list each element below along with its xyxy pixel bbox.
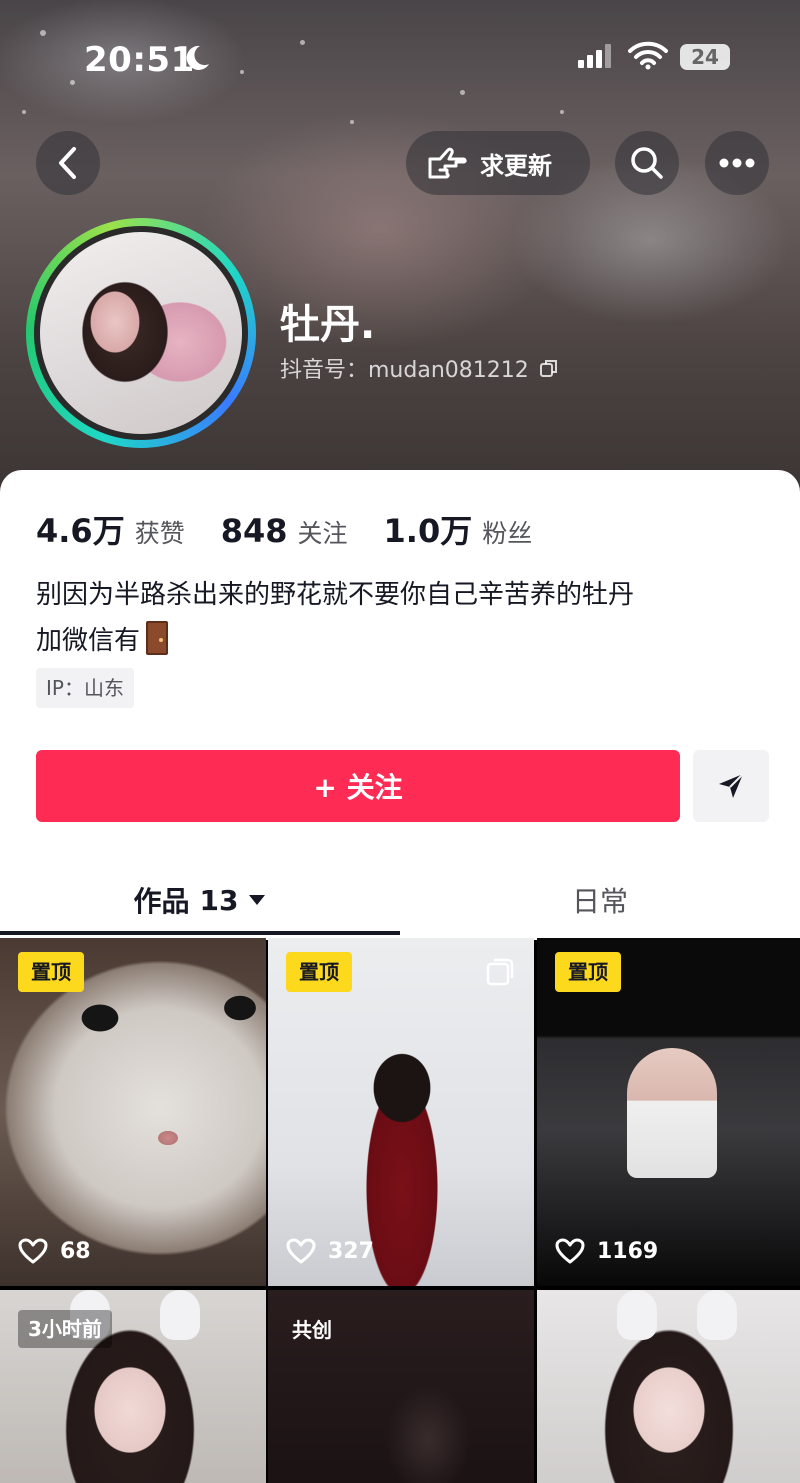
bio-line-2-text: 加微信有 bbox=[36, 626, 141, 656]
multi-image-icon bbox=[486, 958, 514, 986]
request-update-label: 求更新 bbox=[480, 151, 552, 180]
stat-value: 848 bbox=[220, 512, 288, 550]
video-thumbnail[interactable]: 置顶 1169 bbox=[537, 938, 800, 1286]
profile-nickname: 牡丹. bbox=[280, 302, 376, 348]
profile-bio: 别因为半路杀出来的野花就不要你自己辛苦养的牡丹 加微信有 bbox=[36, 572, 634, 664]
tab-active-indicator bbox=[0, 931, 400, 935]
like-count: 68 bbox=[18, 1238, 91, 1264]
tab-works[interactable]: 作品 13 bbox=[0, 865, 400, 935]
like-count-value: 68 bbox=[60, 1238, 91, 1264]
stat-followers[interactable]: 1.0万 粉丝 bbox=[384, 506, 533, 552]
caret-down-icon bbox=[249, 895, 266, 905]
bunny-ear bbox=[160, 1290, 200, 1340]
follow-button[interactable]: + 关注 bbox=[36, 750, 680, 822]
avatar[interactable] bbox=[26, 218, 256, 448]
search-button[interactable] bbox=[615, 131, 679, 195]
stat-value: 1.0万 bbox=[383, 512, 473, 550]
moon-icon bbox=[186, 45, 209, 70]
like-count: 1169 bbox=[555, 1238, 658, 1264]
profile-header-banner: 20:51 24 求更新 牡丹. 抖音号：mudan081212 bbox=[0, 0, 800, 500]
stat-label: 粉丝 bbox=[482, 519, 533, 548]
stat-following[interactable]: 848 关注 bbox=[221, 512, 348, 550]
pinned-badge: 置顶 bbox=[555, 952, 621, 992]
profile-stats: 4.6万 获赞 848 关注 1.0万 粉丝 bbox=[36, 506, 568, 552]
video-thumbnail[interactable]: 3小时前 bbox=[0, 1290, 266, 1483]
more-icon bbox=[719, 158, 755, 168]
like-count-value: 1169 bbox=[597, 1238, 659, 1264]
send-icon bbox=[719, 773, 744, 798]
posted-time-badge: 3小时前 bbox=[18, 1310, 112, 1348]
back-button[interactable] bbox=[36, 131, 100, 195]
like-count: 327 bbox=[286, 1238, 374, 1264]
heart-icon bbox=[555, 1238, 585, 1264]
bunny-ear bbox=[617, 1290, 657, 1340]
video-grid: 置顶 68 置顶 327 置顶 1169 3小时前 共创 bbox=[0, 938, 800, 1483]
douyin-id[interactable]: 抖音号：mudan081212 bbox=[280, 352, 559, 384]
video-thumbnail[interactable]: 置顶 68 bbox=[0, 938, 266, 1286]
request-update-button[interactable]: 求更新 bbox=[406, 131, 590, 195]
signal-icon bbox=[578, 44, 611, 68]
thumbnail-figure bbox=[627, 1048, 717, 1178]
tab-works-label: 作品 bbox=[133, 885, 190, 918]
hand-point-icon bbox=[428, 147, 467, 179]
profile-info-card: 4.6万 获赞 848 关注 1.0万 粉丝 别因为半路杀出来的野花就不要你自己… bbox=[0, 470, 800, 940]
bio-line-2: 加微信有 bbox=[36, 618, 634, 664]
collab-badge: 共创 bbox=[292, 1318, 332, 1342]
pinned-badge: 置顶 bbox=[286, 952, 352, 992]
status-time: 20:51 bbox=[84, 40, 195, 80]
bunny-ear bbox=[697, 1290, 737, 1340]
avatar-image bbox=[40, 232, 242, 434]
heart-icon bbox=[18, 1238, 48, 1264]
door-emoji-icon bbox=[146, 621, 169, 655]
back-icon bbox=[59, 147, 76, 179]
copy-icon[interactable] bbox=[539, 358, 559, 378]
wifi-icon bbox=[628, 41, 668, 70]
stat-label: 获赞 bbox=[134, 519, 185, 548]
like-count-value: 327 bbox=[328, 1238, 374, 1264]
bio-line-1: 别因为半路杀出来的野花就不要你自己辛苦养的牡丹 bbox=[36, 580, 635, 610]
douyin-id-text: 抖音号：mudan081212 bbox=[280, 358, 529, 383]
status-bar: 20:51 24 bbox=[0, 0, 800, 110]
stat-label: 关注 bbox=[297, 519, 348, 548]
heart-icon bbox=[286, 1238, 316, 1264]
pinned-badge: 置顶 bbox=[18, 952, 84, 992]
video-thumbnail[interactable]: 共创 bbox=[268, 1290, 534, 1483]
stat-likes[interactable]: 4.6万 获赞 bbox=[36, 506, 185, 552]
stat-value: 4.6万 bbox=[36, 512, 125, 550]
video-thumbnail[interactable] bbox=[537, 1290, 800, 1483]
more-button[interactable] bbox=[705, 131, 769, 195]
share-button[interactable] bbox=[693, 750, 769, 822]
ip-location-tag: IP：山东 bbox=[36, 668, 134, 708]
battery-indicator: 24 bbox=[680, 44, 730, 70]
video-thumbnail[interactable]: 置顶 327 bbox=[268, 938, 534, 1286]
tab-daily[interactable]: 日常 bbox=[400, 865, 800, 935]
tab-works-count: 13 bbox=[199, 883, 239, 917]
search-icon bbox=[631, 147, 663, 179]
profile-tabs: 作品 13 日常 bbox=[0, 865, 800, 940]
